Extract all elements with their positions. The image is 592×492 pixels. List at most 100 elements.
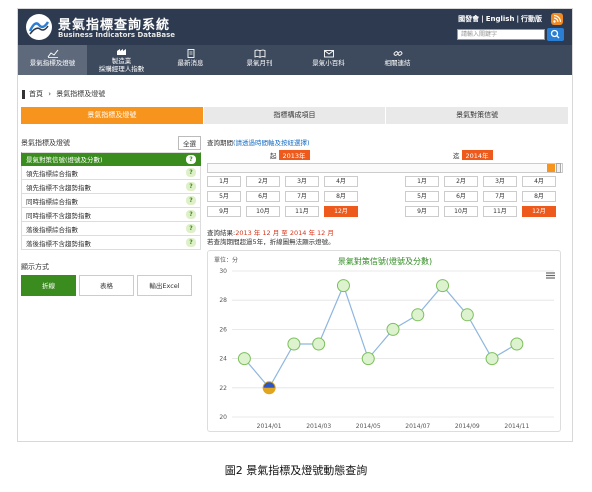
search-input[interactable]: 請輸入關鍵字 [457, 29, 545, 40]
nav-links[interactable]: 相關連結 [363, 45, 432, 75]
indicator-item[interactable]: 落後指標綜合指數? [21, 222, 201, 236]
month-button[interactable]: 5月 [207, 191, 241, 202]
help-icon[interactable]: ? [186, 196, 196, 205]
logo-icon[interactable] [26, 14, 52, 40]
from-month-grid: 1月 2月 3月 4月 5月 6月 7月 8月 9月 10月 11月 12月 [207, 176, 358, 217]
help-icon[interactable]: ? [186, 182, 196, 191]
series-line [243, 283, 518, 389]
slider-handle[interactable] [556, 163, 561, 173]
x-tick-label: 2014/07 [405, 423, 430, 430]
month-button[interactable]: 7月 [285, 191, 319, 202]
month-button[interactable]: 11月 [483, 206, 517, 217]
display-line-button[interactable]: 折線 [21, 275, 76, 296]
rss-icon[interactable] [551, 13, 563, 25]
month-button[interactable]: 9月 [405, 206, 439, 217]
indicator-item[interactable]: 落後指標不含趨勢指數? [21, 236, 201, 250]
breadcrumb-marker [22, 89, 25, 99]
search-button[interactable] [547, 28, 564, 41]
help-icon[interactable]: ? [186, 154, 196, 164]
month-button[interactable]: 12月 [324, 206, 358, 217]
line-chart-svg: 景氣對策信號(燈號及分數) 單位：分 20 22 24 26 28 30 2014/01 2014… [214, 256, 555, 430]
month-button[interactable]: 2月 [246, 176, 280, 187]
month-button[interactable]: 6月 [246, 191, 280, 202]
indicator-label: 領先指標綜合指數 [26, 169, 78, 178]
indicator-item[interactable]: 同時指標不含趨勢指數? [21, 208, 201, 222]
top-header: 景氣指標查詢系統 Business Indicators DataBase 國發… [18, 9, 572, 45]
breadcrumb: 首頁 › 景氣指標及燈號 [22, 89, 105, 99]
indicator-label: 落後指標綜合指數 [26, 225, 78, 234]
month-button[interactable]: 3月 [483, 176, 517, 187]
indicator-heading: 景氣指標及燈號 [21, 139, 70, 147]
data-point [485, 352, 499, 366]
breadcrumb-sep: › [48, 90, 52, 98]
indicator-item[interactable]: 領先指標不含趨勢指數? [21, 180, 201, 194]
link-english[interactable]: English [486, 15, 515, 23]
tab-indicators[interactable]: 景氣指標及燈號 [21, 107, 204, 124]
data-point [411, 308, 425, 322]
month-button[interactable]: 8月 [324, 191, 358, 202]
month-button[interactable]: 2月 [444, 176, 478, 187]
link-ndc[interactable]: 國發會 [458, 15, 479, 23]
help-icon[interactable]: ? [186, 210, 196, 219]
display-heading: 顯示方式 [21, 263, 49, 271]
nav-encyclopedia[interactable]: 景氣小百科 [294, 45, 363, 75]
x-tick-label: 2014/09 [455, 423, 480, 430]
help-icon[interactable]: ? [186, 224, 196, 233]
link-mobile[interactable]: 行動版 [521, 15, 542, 23]
month-button[interactable]: 5月 [405, 191, 439, 202]
indicator-label: 同時指標不含趨勢指數 [26, 211, 91, 220]
month-button[interactable]: 9月 [207, 206, 241, 217]
data-point [237, 352, 251, 366]
month-button[interactable]: 1月 [207, 176, 241, 187]
indicator-label: 同時指標綜合指數 [26, 197, 78, 206]
data-point [312, 337, 326, 351]
tab-components[interactable]: 指標構成項目 [203, 107, 387, 124]
chart-icon [47, 49, 58, 58]
display-table-button[interactable]: 表格 [79, 275, 134, 296]
select-all-button[interactable]: 全選 [178, 136, 201, 150]
month-button[interactable]: 4月 [522, 176, 556, 187]
help-icon[interactable]: ? [186, 238, 196, 247]
link-icon [393, 51, 402, 56]
slider-range [547, 164, 555, 172]
indicator-label: 落後指標不含趨勢指數 [26, 239, 91, 248]
help-icon[interactable]: ? [186, 168, 196, 177]
to-year-value[interactable]: 2014年 [461, 150, 493, 160]
tab-bar: 景氣指標及燈號 指標構成項目 景氣對策信號 [21, 107, 570, 124]
y-tick-label: 26 [219, 326, 227, 333]
month-button[interactable]: 3月 [285, 176, 319, 187]
indicator-item[interactable]: 領先指標綜合指數? [21, 166, 201, 180]
y-tick-label: 28 [219, 297, 227, 304]
time-slider[interactable] [207, 163, 563, 173]
indicator-item[interactable]: 同時指標綜合指數? [21, 194, 201, 208]
export-excel-button[interactable]: 輸出Excel [137, 275, 192, 296]
from-year-value[interactable]: 2013年 [278, 150, 310, 160]
month-button[interactable]: 10月 [444, 206, 478, 217]
month-button[interactable]: 10月 [246, 206, 280, 217]
month-button[interactable]: 7月 [483, 191, 517, 202]
y-tick-label: 22 [219, 385, 227, 392]
nav-indicators[interactable]: 景氣指標及燈號 [18, 45, 87, 75]
indicator-label: 領先指標不含趨勢指數 [26, 183, 91, 192]
x-tick-label: 2014/05 [356, 423, 381, 430]
month-button[interactable]: 11月 [285, 206, 319, 217]
mail-icon [323, 50, 334, 58]
tab-signals[interactable]: 景氣對策信號 [386, 107, 570, 124]
nav-pmi[interactable]: 製造業 採購經理人指數 [87, 45, 156, 75]
book-icon [254, 49, 265, 58]
y-tick-label: 20 [219, 414, 227, 421]
data-point [510, 337, 524, 351]
month-button[interactable]: 4月 [324, 176, 358, 187]
indicator-item[interactable]: 景氣對策信號(燈號及分數)? [21, 152, 201, 166]
chart-unit-label: 單位：分 [214, 256, 238, 264]
indicator-header: 景氣指標及燈號 全選 [21, 136, 201, 150]
data-point [436, 279, 450, 293]
month-button[interactable]: 6月 [444, 191, 478, 202]
month-button[interactable]: 12月 [522, 206, 556, 217]
nav-news[interactable]: 最新消息 [156, 45, 225, 75]
month-button[interactable]: 8月 [522, 191, 556, 202]
month-button[interactable]: 1月 [405, 176, 439, 187]
nav-monthly[interactable]: 景氣月刊 [225, 45, 294, 75]
breadcrumb-home[interactable]: 首頁 [29, 90, 43, 98]
data-point [386, 322, 400, 336]
